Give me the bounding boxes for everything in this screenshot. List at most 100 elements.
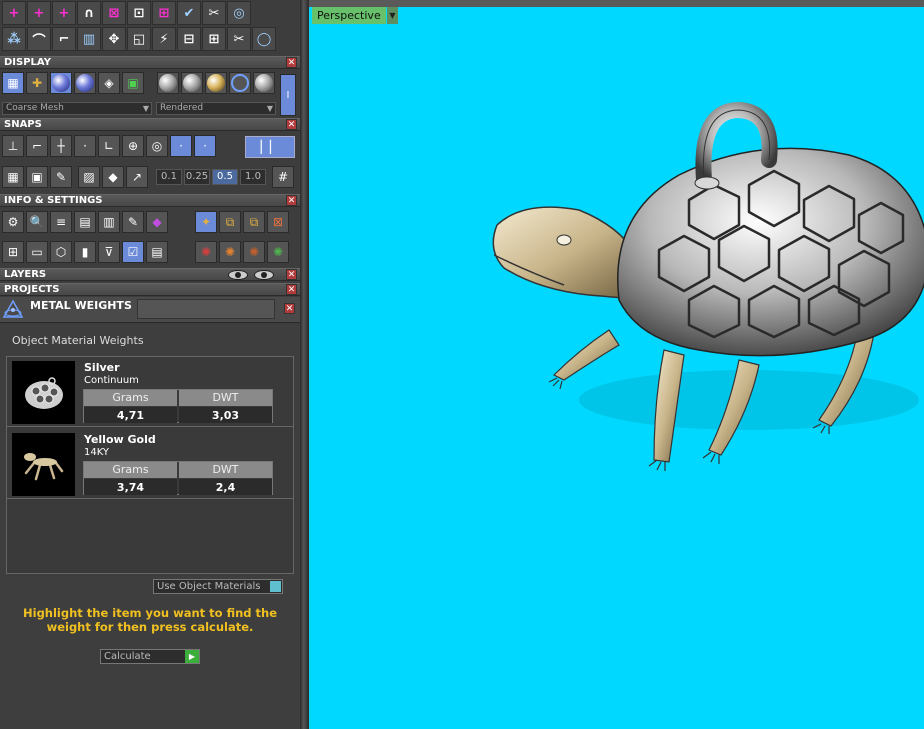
mirror-tool[interactable]: ▥ <box>77 27 101 51</box>
close-icon[interactable]: ✕ <box>286 269 297 280</box>
array-tool[interactable]: ⊞ <box>202 27 226 51</box>
select-points-tool[interactable]: ⊠ <box>102 1 126 25</box>
delete-gold-icon[interactable]: ⊠ <box>267 211 289 233</box>
close-icon[interactable]: ✕ <box>286 119 297 130</box>
magnifier-icon[interactable]: 🔍 <box>26 211 48 233</box>
cube-icon[interactable]: ▣ <box>26 166 48 188</box>
close-icon[interactable]: ✕ <box>286 195 297 206</box>
metal-list[interactable]: Silver Continuum Grams DWT 4,71 3,03 Yel… <box>6 356 294 574</box>
list-item[interactable]: Silver Continuum Grams DWT 4,71 3,03 <box>7 357 293 427</box>
slashed-sphere-icon[interactable] <box>253 72 275 94</box>
panel-splitter[interactable] <box>300 0 309 729</box>
snap-grid-icon[interactable]: # <box>272 166 294 188</box>
move-tool[interactable]: ✥ <box>102 27 126 51</box>
eye-closed-icon[interactable] <box>228 270 248 280</box>
gold-sphere-icon[interactable] <box>205 72 227 94</box>
close-icon[interactable]: ✕ <box>284 303 295 314</box>
snap-value-1[interactable]: 0.25 <box>184 169 210 185</box>
split-tool[interactable]: ⊟ <box>177 27 201 51</box>
link-tool[interactable]: ⊡ <box>127 1 151 25</box>
corner-tool[interactable]: ⌐ <box>52 27 76 51</box>
curve-tool[interactable]: ⌒ <box>27 27 51 51</box>
mesh-quality-select[interactable]: Coarse Mesh ▼ <box>2 102 152 115</box>
hatch-icon[interactable]: ▨ <box>78 166 100 188</box>
edit-icon[interactable]: ✎ <box>122 211 144 233</box>
use-object-materials-checkbox[interactable]: Use Object Materials <box>153 579 283 594</box>
scale-tool[interactable]: ◱ <box>127 27 151 51</box>
metal-weights-tab[interactable] <box>137 299 275 319</box>
snap-intersect-icon[interactable]: ┼ <box>50 135 72 157</box>
layers-stack-icon[interactable]: ≡ <box>50 211 72 233</box>
insert-point-tool[interactable]: + <box>52 1 76 25</box>
render-mode-select[interactable]: Rendered ▼ <box>156 102 276 115</box>
display-toggle-button[interactable]: I <box>280 74 296 116</box>
turtle-brown-icon[interactable]: ✺ <box>243 241 265 263</box>
metal-weights-icon[interactable]: ✦ <box>195 211 217 233</box>
add-curve-point-tool[interactable]: + <box>27 1 51 25</box>
explode-tool[interactable]: ⚡ <box>152 27 176 51</box>
trim-tool[interactable]: ✂ <box>202 1 226 25</box>
windows-icon[interactable]: ⊞ <box>2 241 24 263</box>
snap-mid-icon[interactable]: · <box>170 135 192 157</box>
import-gold-icon[interactable]: ⧉ <box>243 211 265 233</box>
wireframe-grid-icon[interactable]: ▦ <box>2 72 24 94</box>
ring-sphere-icon[interactable] <box>229 72 251 94</box>
snap-circle-icon[interactable]: ◎ <box>146 135 168 157</box>
turtle-orange-icon[interactable]: ✺ <box>219 241 241 263</box>
layers-section-header[interactable]: LAYERS ✕ <box>0 268 300 281</box>
turtle-red-icon[interactable]: ✺ <box>195 241 217 263</box>
monitor-icon[interactable]: ▭ <box>26 241 48 263</box>
cut-tool[interactable]: ✂ <box>227 27 251 51</box>
hex-icon[interactable]: ⬡ <box>50 241 72 263</box>
snap-point-icon[interactable]: · <box>74 135 96 157</box>
close-icon[interactable]: ✕ <box>286 284 297 295</box>
render-sphere-icon[interactable] <box>74 72 96 94</box>
axis-icon[interactable]: ↗ <box>126 166 148 188</box>
snap-value-0[interactable]: 0.1 <box>156 169 182 185</box>
filter-icon[interactable]: ⊽ <box>98 241 120 263</box>
arc-tool[interactable]: ∩ <box>77 1 101 25</box>
snap-curve-icon[interactable]: ⌐ <box>26 135 48 157</box>
grid-view-icon[interactable]: ▦ <box>2 166 24 188</box>
purple-cube-icon[interactable]: ◆ <box>146 211 168 233</box>
points-tool[interactable]: ⁂ <box>2 27 26 51</box>
layout-icon[interactable]: ▣ <box>122 72 144 94</box>
pen-icon[interactable]: ✎ <box>50 166 72 188</box>
snap-center-icon[interactable]: ⊕ <box>122 135 144 157</box>
document-icon[interactable]: ▤ <box>146 241 168 263</box>
settings-gear-icon[interactable]: ⚙ <box>2 211 24 233</box>
silver-sphere-icon[interactable] <box>181 72 203 94</box>
circle-tool[interactable]: ◯ <box>252 27 276 51</box>
turtle-green-icon[interactable]: ✺ <box>267 241 289 263</box>
close-icon[interactable]: ✕ <box>286 57 297 68</box>
check-tool[interactable]: ✔ <box>177 1 201 25</box>
add-point-tool[interactable]: + <box>2 1 26 25</box>
book-icon[interactable]: ▮ <box>74 241 96 263</box>
surface-tool[interactable]: ◎ <box>227 1 251 25</box>
snaps-section-header[interactable]: SNAPS ✕ <box>0 118 300 131</box>
calculate-button[interactable]: Calculate ▶ <box>100 649 200 664</box>
perspective-viewport[interactable]: Perspective ▼ <box>309 0 924 729</box>
projects-section-header[interactable]: PROJECTS ✕ <box>0 283 300 296</box>
snap-value-2[interactable]: 0.5 <box>212 169 238 185</box>
snap-end-icon[interactable]: ⊥ <box>2 135 24 157</box>
info-settings-section-header[interactable]: INFO & SETTINGS ✕ <box>0 194 300 207</box>
chrome-sphere-icon[interactable] <box>157 72 179 94</box>
snap-master-toggle[interactable]: ▏▏ <box>245 136 295 158</box>
list-item[interactable]: Yellow Gold 14KY Grams DWT 3,74 2,4 <box>7 429 293 499</box>
turtle-pendant-model[interactable] <box>309 0 924 729</box>
gold-object-icon[interactable]: ✚ <box>26 72 48 94</box>
grid-select-tool[interactable]: ⊞ <box>152 1 176 25</box>
environment-icon[interactable]: ◈ <box>98 72 120 94</box>
box-icon[interactable]: ▤ <box>74 211 96 233</box>
plane-icon[interactable]: ◆ <box>102 166 124 188</box>
shaded-sphere-icon[interactable] <box>50 72 72 94</box>
snap-value-3[interactable]: 1.0 <box>240 169 266 185</box>
snap-tangent-icon[interactable]: · <box>194 135 216 157</box>
notepad-icon[interactable]: ▥ <box>98 211 120 233</box>
eye-open-icon[interactable] <box>254 270 274 280</box>
snap-perp-icon[interactable]: ∟ <box>98 135 120 157</box>
display-section-header[interactable]: DISPLAY ✕ <box>0 56 300 69</box>
export-gold-icon[interactable]: ⧉ <box>219 211 241 233</box>
checklist-icon[interactable]: ☑ <box>122 241 144 263</box>
